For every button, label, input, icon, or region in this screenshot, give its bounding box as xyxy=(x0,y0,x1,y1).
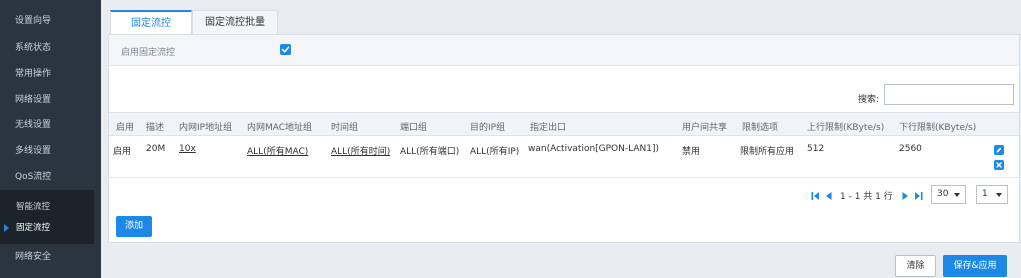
sidebar-item-qos[interactable]: QoS流控 xyxy=(0,165,101,190)
check-icon xyxy=(281,46,290,53)
column-header-ip-group: 内网IP地址组 xyxy=(179,123,233,133)
sidebar-subitem-label: 固定流控 xyxy=(16,223,51,233)
cell-ip-group-link[interactable]: 10x xyxy=(179,144,196,154)
column-header-time-group: 时间组 xyxy=(331,123,359,133)
sidebar-item-common-operations[interactable]: 常用操作 xyxy=(0,62,101,87)
column-header-description: 描述 xyxy=(146,123,165,133)
cell-up-limit: 512 xyxy=(807,144,825,154)
cell-limit-option: 限制所有应用 xyxy=(740,147,795,157)
sidebar-subitem-smart-flow[interactable]: 智能流控 xyxy=(0,197,94,217)
caret-right-icon xyxy=(4,224,9,232)
cell-mac-group-link[interactable]: ALL(所有MAC) xyxy=(247,144,308,157)
chevron-down-icon xyxy=(996,193,1002,197)
sidebar-item-network-security[interactable]: 网络安全 xyxy=(0,245,101,270)
cell-time-group-link[interactable]: ALL(所有时间) xyxy=(331,144,390,157)
column-header-share: 用户间共享 xyxy=(682,123,728,133)
column-header-mac-group: 内网MAC地址组 xyxy=(247,123,313,133)
tab-fixed-flow[interactable]: 固定流控 xyxy=(110,10,192,35)
cell-dest-ip-group: ALL(所有IP) xyxy=(470,147,520,157)
search-label: 搜索: xyxy=(858,95,880,105)
table-header: 启用 描述 内网IP地址组 内网MAC地址组 时间组 端口组 目的IP组 指定出… xyxy=(109,112,1019,136)
column-header-port-group: 端口组 xyxy=(400,123,428,133)
clear-button[interactable]: 清除 xyxy=(895,255,936,277)
cell-down-limit: 2560 xyxy=(899,144,922,154)
sidebar-submenu: 智能流控 固定流控 xyxy=(0,190,94,244)
column-header-up-limit: 上行限制(KByte/s) xyxy=(807,123,885,133)
sidebar-item-setup-wizard[interactable]: 设置向导 xyxy=(0,9,101,34)
sidebar-item-network-settings[interactable]: 网络设置 xyxy=(0,88,101,113)
add-button[interactable]: 添加 xyxy=(116,216,152,237)
cell-share: 禁用 xyxy=(682,147,701,157)
last-page-icon[interactable] xyxy=(914,191,923,201)
sidebar: 设置向导 系统状态 常用操作 网络设置 无线设置 多线设置 QoS流控 智能流控… xyxy=(0,0,101,278)
first-page-icon[interactable] xyxy=(811,191,820,201)
cell-description: 20M xyxy=(146,144,166,154)
sidebar-item-wireless-settings[interactable]: 无线设置 xyxy=(0,113,101,138)
chevron-down-icon xyxy=(954,193,960,197)
column-header-down-limit: 下行限制(KByte/s) xyxy=(899,123,977,133)
tab-fixed-flow-batch[interactable]: 固定流控批量 xyxy=(192,10,278,35)
prev-page-icon[interactable] xyxy=(825,191,832,201)
sidebar-item-system-status[interactable]: 系统状态 xyxy=(0,36,101,61)
page-number-select[interactable]: 1 xyxy=(976,185,1008,204)
enable-checkbox[interactable] xyxy=(280,44,291,55)
sidebar-subitem-fixed-flow[interactable]: 固定流控 xyxy=(0,218,94,238)
page-size-value: 30 xyxy=(937,189,949,199)
save-apply-button[interactable]: 保存&应用 xyxy=(943,255,1007,277)
sidebar-item-multiline-settings[interactable]: 多线设置 xyxy=(0,139,101,164)
page-number-value: 1 xyxy=(982,189,988,199)
column-header-outlet: 指定出口 xyxy=(530,123,567,133)
edit-icon[interactable] xyxy=(994,145,1004,155)
next-page-icon[interactable] xyxy=(902,191,909,201)
enable-row: 启用固定流控 xyxy=(109,35,1019,66)
column-header-enabled: 启用 xyxy=(116,123,135,133)
cell-enabled: 启用 xyxy=(113,147,132,157)
pagination-info: 1 - 1 共 1 行 xyxy=(840,192,893,202)
enable-label: 启用固定流控 xyxy=(121,48,176,58)
table-row: 启用 20M 10x ALL(所有MAC) ALL(所有时间) ALL(所有端口… xyxy=(109,136,1019,178)
cell-port-group: ALL(所有端口) xyxy=(400,147,460,157)
column-header-dest-ip-group: 目的IP组 xyxy=(470,123,506,133)
search-input[interactable] xyxy=(884,84,1014,105)
delete-icon[interactable] xyxy=(994,160,1004,170)
content-panel: 启用固定流控 搜索: 启用 描述 内网IP地址组 内网MAC地址组 时间组 端口… xyxy=(108,34,1020,243)
page-size-select[interactable]: 30 xyxy=(931,185,966,204)
cell-outlet: wan(Activation[GPON-LAN1]) xyxy=(528,144,659,154)
column-header-limit-option: 限制选项 xyxy=(742,123,779,133)
